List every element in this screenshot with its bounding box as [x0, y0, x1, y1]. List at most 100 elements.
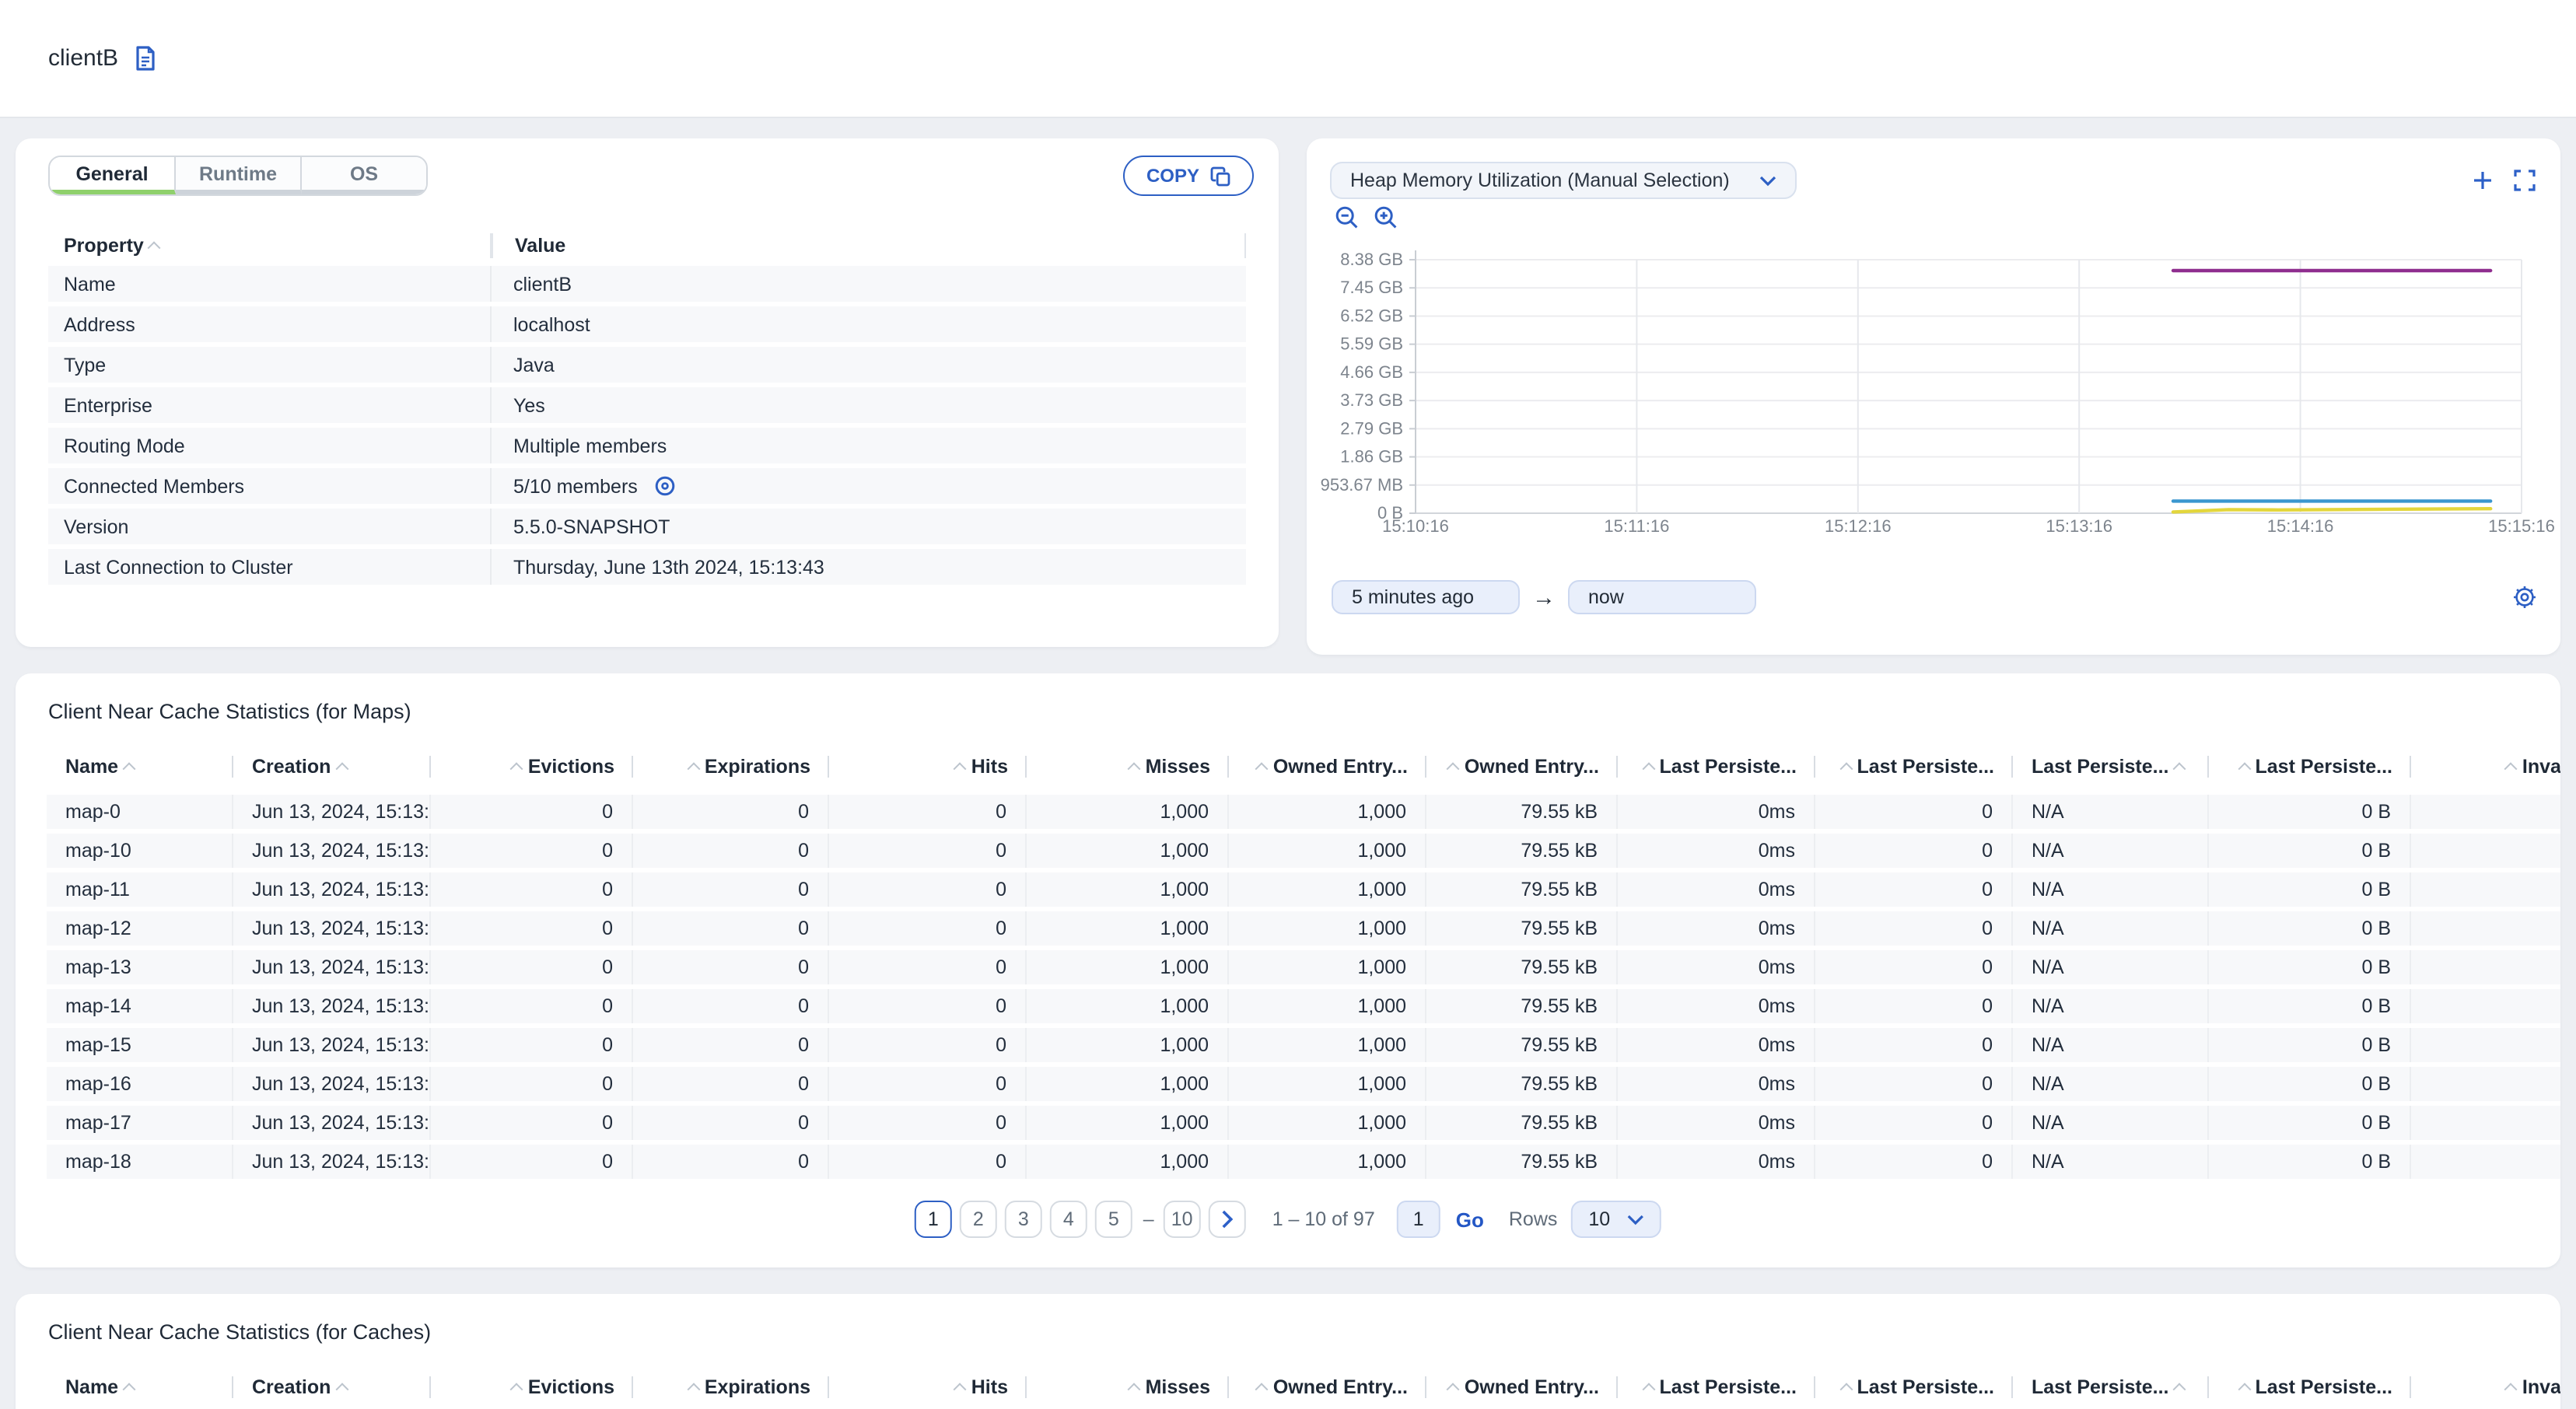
range-arrow-icon: →	[1532, 584, 1556, 610]
column-header[interactable]: Owned Entry...	[1426, 743, 1618, 790]
column-header[interactable]: Last Persiste...	[2209, 1364, 2411, 1409]
sort-chevron-icon	[122, 762, 136, 776]
column-header[interactable]: Owned Entry...	[1229, 743, 1426, 790]
tab-runtime[interactable]: Runtime	[176, 157, 302, 194]
time-from-input[interactable]	[1332, 580, 1520, 614]
table-cell: 0	[1815, 1028, 2013, 1062]
column-header-label: Owned Entry...	[1272, 756, 1408, 778]
svg-text:15:12:16: 15:12:16	[1825, 516, 1892, 536]
sort-chevron-icon	[687, 762, 701, 776]
page-button-4[interactable]: 4	[1049, 1201, 1087, 1238]
table-cell: 0	[829, 950, 1027, 984]
next-page-button[interactable]	[1208, 1201, 1246, 1238]
column-header[interactable]: Creation	[233, 743, 431, 790]
column-header-label: Last Persiste...	[2032, 756, 2169, 778]
table-cell: 0ms	[1618, 834, 1815, 868]
column-header[interactable]: Invalida	[2411, 1364, 2560, 1409]
fullscreen-button[interactable]	[2514, 170, 2536, 191]
column-header[interactable]: Expirations	[633, 743, 829, 790]
table-cell: 79.55 kB	[1426, 1028, 1618, 1062]
page-number-input[interactable]	[1396, 1201, 1440, 1238]
column-header[interactable]: Expirations	[633, 1364, 829, 1409]
chart-actions	[2472, 170, 2536, 191]
column-header[interactable]: Hits	[829, 743, 1027, 790]
rows-per-page-select[interactable]: 10	[1571, 1201, 1662, 1238]
zoom-in-button[interactable]	[1374, 205, 1398, 230]
maps-section-title: Client Near Cache Statistics (for Maps)	[48, 700, 411, 723]
page-button-last[interactable]: 10	[1163, 1201, 1201, 1238]
metric-select[interactable]: Heap Memory Utilization (Manual Selectio…	[1330, 162, 1797, 199]
column-header[interactable]: Last Persiste...	[2013, 743, 2209, 790]
eye-icon[interactable]	[653, 474, 677, 498]
value-cell: 5/10 members	[490, 468, 1246, 504]
table-cell: 0	[829, 1028, 1027, 1062]
column-header-property[interactable]: Property	[48, 235, 490, 257]
copy-button-label: COPY	[1146, 165, 1199, 187]
value-text: localhost	[513, 313, 590, 335]
column-header[interactable]: Last Persiste...	[1618, 743, 1815, 790]
svg-text:6.52 GB: 6.52 GB	[1340, 306, 1403, 325]
add-chart-button[interactable]	[2472, 170, 2494, 191]
table-cell: 79.55 kB	[1426, 795, 1618, 829]
column-header[interactable]: Last Persiste...	[1815, 1364, 2013, 1409]
settings-button[interactable]	[2512, 585, 2537, 610]
table-cell: 0 B	[2209, 1028, 2411, 1062]
table-cell: map-10	[47, 834, 233, 868]
column-header[interactable]: Last Persiste...	[1618, 1364, 1815, 1409]
page-button-1[interactable]: 1	[914, 1201, 952, 1238]
plus-icon	[2472, 170, 2494, 191]
column-header-label: Last Persiste...	[1659, 756, 1797, 778]
table-cell: 1,000	[1027, 872, 1229, 907]
column-header[interactable]: Owned Entry...	[1229, 1364, 1426, 1409]
svg-text:3.73 GB: 3.73 GB	[1340, 390, 1403, 410]
table-row: map-11Jun 13, 2024, 15:13:440001,0001,00…	[47, 872, 2560, 907]
property-row: Connected Members 5/10 members	[48, 468, 1246, 504]
table-cell: 1,000	[1027, 950, 1229, 984]
copy-button[interactable]: COPY	[1122, 156, 1254, 196]
tab-os[interactable]: OS	[302, 157, 426, 194]
table-cell: 0	[1815, 1067, 2013, 1101]
table-cell: 79.55 kB	[1426, 1145, 1618, 1179]
table-cell: 0ms	[1618, 872, 1815, 907]
column-header[interactable]: Invalida	[2411, 743, 2560, 790]
column-header[interactable]: Creation	[233, 1364, 431, 1409]
column-header[interactable]: Name	[47, 1364, 233, 1409]
page-button-5[interactable]: 5	[1094, 1201, 1132, 1238]
table-cell: 0	[1815, 950, 2013, 984]
column-header[interactable]: Misses	[1027, 1364, 1229, 1409]
table-cell: 0	[1815, 795, 2013, 829]
table-cell: 0ms	[1618, 1145, 1815, 1179]
go-button[interactable]: Go	[1456, 1208, 1484, 1231]
column-header[interactable]: Misses	[1027, 743, 1229, 790]
svg-text:1.86 GB: 1.86 GB	[1340, 447, 1403, 467]
column-header[interactable]: Name	[47, 743, 233, 790]
column-header-label: Expirations	[704, 756, 810, 778]
value-cell: Thursday, June 13th 2024, 15:13:43	[490, 549, 1246, 585]
property-row: Version 5.5.0-SNAPSHOT	[48, 509, 1246, 544]
column-header[interactable]: Last Persiste...	[2209, 743, 2411, 790]
sort-chevron-icon	[510, 762, 524, 776]
page-button-2[interactable]: 2	[959, 1201, 997, 1238]
zoom-in-icon	[1374, 205, 1398, 230]
table-cell: 0ms	[1618, 950, 1815, 984]
tab-general[interactable]: General	[50, 157, 176, 194]
column-header[interactable]: Evictions	[431, 1364, 633, 1409]
table-cell: 0	[633, 1145, 829, 1179]
metric-select-value: Heap Memory Utilization (Manual Selectio…	[1350, 170, 1730, 191]
table-cell: 0	[633, 1067, 829, 1101]
heap-memory-chart[interactable]: 8.38 GB 7.45 GB 6.52 GB 5.59 GB 4.66 GB 3.73 …	[1307, 229, 2560, 558]
column-header-label: Owned Entry...	[1272, 1376, 1408, 1398]
sort-chevron-icon	[334, 1383, 348, 1397]
client-info-panel: General Runtime OS COPY Property Value Nam…	[16, 138, 1279, 647]
column-header[interactable]: Evictions	[431, 743, 633, 790]
column-header[interactable]: Last Persiste...	[2013, 1364, 2209, 1409]
time-to-input[interactable]	[1568, 580, 1756, 614]
page-button-3[interactable]: 3	[1004, 1201, 1042, 1238]
column-header[interactable]: Last Persiste...	[1815, 743, 2013, 790]
table-cell: 0	[633, 834, 829, 868]
column-header[interactable]: Owned Entry...	[1426, 1364, 1618, 1409]
column-header[interactable]: Hits	[829, 1364, 1027, 1409]
table-cell: 0ms	[1618, 1106, 1815, 1140]
table-cell: 0	[431, 872, 633, 907]
zoom-out-button[interactable]	[1335, 205, 1360, 230]
